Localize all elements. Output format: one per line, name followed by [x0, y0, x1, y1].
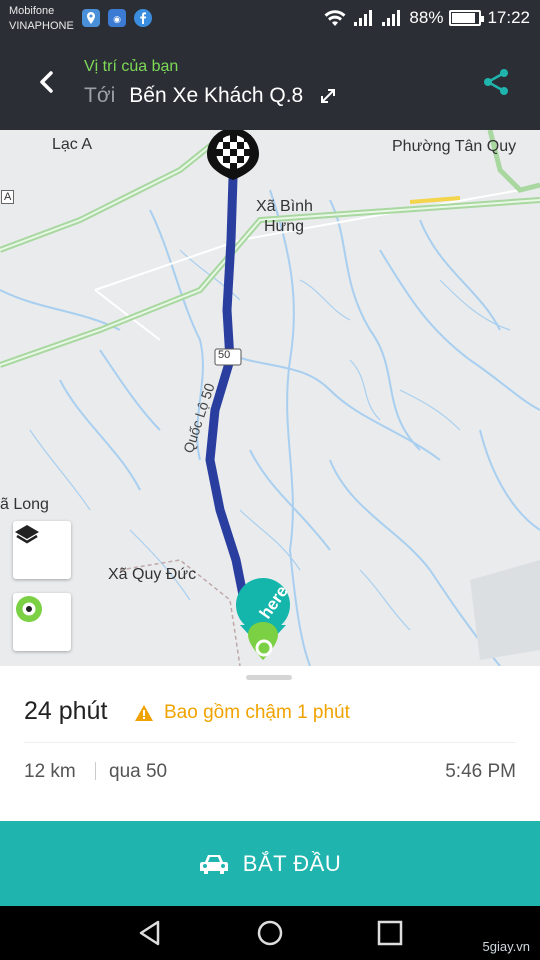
signal-2-icon [382, 10, 401, 26]
watermark: 5giay.vn [482, 939, 530, 954]
start-label: BẮT ĐẦU [242, 850, 342, 876]
trip-duration: 24 phút [24, 697, 108, 725]
share-icon [484, 69, 508, 95]
destination-name: Bến Xe Khách Q.8 [129, 84, 304, 107]
my-location-button[interactable] [13, 593, 71, 651]
app-icon: ◉ [108, 9, 126, 27]
clock: 17:22 [487, 8, 530, 27]
delay-text: Bao gồm chậm 1 phút [164, 702, 350, 723]
chevron-left-icon [40, 71, 53, 93]
start-navigation-button[interactable]: BẮT ĐẦU [0, 821, 540, 906]
map-view[interactable]: here Lạc A Phường Tân Quy Xã Bình Hưng X… [0, 130, 540, 666]
destination-row[interactable]: Tới Bến Xe Khách Q.8 [84, 84, 337, 108]
destination-marker[interactable] [207, 130, 259, 180]
nav-recents-icon[interactable] [376, 919, 404, 947]
current-location-marker [248, 622, 278, 660]
destination-prefix: Tới [84, 84, 116, 107]
map-road-badge-a: A [1, 190, 15, 204]
wifi-icon [324, 10, 346, 26]
map-label-xa-binh: Xã Bình [256, 198, 313, 215]
carrier-1: Mobifone [9, 5, 55, 17]
battery-icon [449, 10, 485, 26]
map-layers-button[interactable] [13, 521, 71, 579]
expand-icon[interactable] [319, 87, 337, 105]
back-button[interactable] [28, 64, 64, 100]
separator [95, 762, 96, 780]
car-icon [199, 854, 228, 874]
warning-icon [135, 705, 153, 721]
status-bar: Mobifone VINAPHONE ◉ 88% 17:22 [0, 0, 540, 36]
signal-1-icon [354, 10, 373, 26]
map-label-lac-a: Lạc A [52, 136, 93, 153]
route-header: Vị trí của bạn Tới Bến Xe Khách Q.8 [0, 36, 540, 130]
trip-distance: 12 km [24, 761, 76, 782]
facebook-icon [134, 9, 152, 27]
map-label-hung: Hưng [264, 218, 305, 235]
trip-via: qua 50 [109, 761, 168, 782]
notification-icons: ◉ [82, 9, 152, 27]
location-target-icon [16, 596, 42, 622]
route-info-sheet[interactable]: 24 phút Bao gồm chậm 1 phút 12 km qua 50… [0, 666, 540, 821]
battery-fill [452, 13, 476, 23]
carrier-2: VINAPHONE [9, 20, 74, 32]
share-button[interactable] [480, 66, 512, 98]
sheet-drag-handle[interactable] [246, 675, 292, 680]
battery-percent: 88% [409, 8, 444, 27]
nav-back-icon[interactable] [136, 919, 164, 947]
layers-icon [15, 525, 39, 544]
map-road-badge: 50 [218, 349, 231, 361]
origin-label[interactable]: Vị trí của bạn [84, 58, 178, 76]
nav-home-icon[interactable] [256, 919, 284, 947]
map-label-xa-quy-duc: Xã Quy Đức [108, 566, 197, 583]
carrier-names: Mobifone VINAPHONE [9, 4, 74, 34]
location-app-icon [82, 9, 100, 27]
svg-text:◉: ◉ [113, 15, 121, 25]
delay-notice: Bao gồm chậm 1 phút [134, 702, 350, 724]
divider [24, 742, 516, 743]
arrival-time: 5:46 PM [445, 761, 516, 782]
system-nav-bar: 5giay.vn [0, 906, 540, 960]
map-label-phuong-tan-quy: Phường Tân Quy [392, 138, 517, 155]
map-label-long: ã Long [0, 496, 49, 513]
